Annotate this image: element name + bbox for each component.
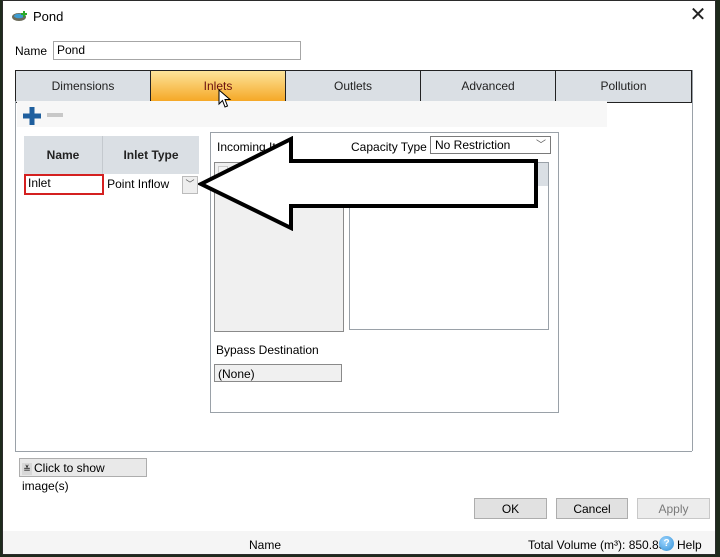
incoming-item-checkbox[interactable] <box>218 166 228 176</box>
inlet-name-cell[interactable]: Inlet <box>24 174 105 195</box>
inlet-type-cell[interactable]: Point Inflow ﹀ <box>104 174 199 194</box>
pond-dialog: Pond ✕ Name Pond Dimensions Inlets Outle… <box>2 0 716 555</box>
inlets-grid: Name Inlet Type Inlet Point Inflow ﹀ <box>24 136 199 195</box>
chevron-down-icon[interactable]: ﹀ <box>182 176 198 194</box>
help-icon[interactable]: ? <box>659 536 674 551</box>
panel-border <box>692 70 693 451</box>
status-name: Name <box>249 538 282 552</box>
incoming-items-list[interactable] <box>214 162 344 332</box>
tab-inlets[interactable]: Inlets <box>151 71 286 102</box>
column-header-name[interactable]: Name <box>24 136 103 174</box>
capacity-table[interactable] <box>349 162 549 330</box>
tab-pollution[interactable]: Pollution <box>556 71 691 102</box>
capacity-table-header <box>534 163 548 186</box>
tab-outlets[interactable]: Outlets <box>286 71 421 102</box>
column-header-inlet-type[interactable]: Inlet Type <box>103 136 199 174</box>
status-bar: Name Total Volume (m³): 850.833 ? Help <box>3 531 715 554</box>
inlet-type-value: Point Inflow <box>107 177 170 191</box>
plus-icon[interactable] <box>23 107 41 125</box>
bypass-destination-label: Bypass Destination <box>216 343 319 357</box>
tab-advanced[interactable]: Advanced <box>421 71 556 102</box>
chevron-down-icon: ﹀ <box>536 140 546 151</box>
incoming-items-label: Incoming Item <box>217 140 293 154</box>
name-label: Name <box>15 44 48 58</box>
title-bar: Pond ✕ <box>3 1 715 31</box>
ok-button[interactable]: OK <box>474 498 547 519</box>
help-link[interactable]: Help <box>677 538 702 552</box>
apply-button[interactable]: Apply <box>637 498 710 519</box>
capacity-type-select[interactable]: No Restriction ﹀ <box>430 136 551 154</box>
window-title: Pond <box>33 9 64 24</box>
close-icon[interactable]: ✕ <box>687 5 709 27</box>
minus-icon[interactable] <box>47 113 63 117</box>
name-input[interactable]: Pond <box>53 41 301 60</box>
show-images-button[interactable]: ≚ Click to show image(s) <box>19 458 147 493</box>
grid-header: Name Inlet Type <box>24 136 199 174</box>
pond-icon <box>12 11 27 21</box>
show-images-label: Click to show image(s) <box>22 461 105 493</box>
inlets-toolbar <box>17 101 607 127</box>
bypass-destination-field[interactable]: (None) <box>214 364 342 382</box>
capacity-type-value: No Restriction <box>435 138 511 152</box>
capacity-type-label: Capacity Type <box>351 140 427 154</box>
inlet-detail-panel: Incoming Item Capacity Type No Restricti… <box>210 132 559 413</box>
tab-strip: Dimensions Inlets Outlets Advanced Pollu… <box>15 70 692 103</box>
tab-dimensions[interactable]: Dimensions <box>16 71 151 102</box>
double-chevron-down-icon: ≚ <box>22 462 32 475</box>
cancel-button[interactable]: Cancel <box>556 498 628 519</box>
table-row[interactable]: Inlet Point Inflow ﹀ <box>24 174 199 195</box>
total-volume: Total Volume (m³): 850.833 <box>528 538 673 552</box>
